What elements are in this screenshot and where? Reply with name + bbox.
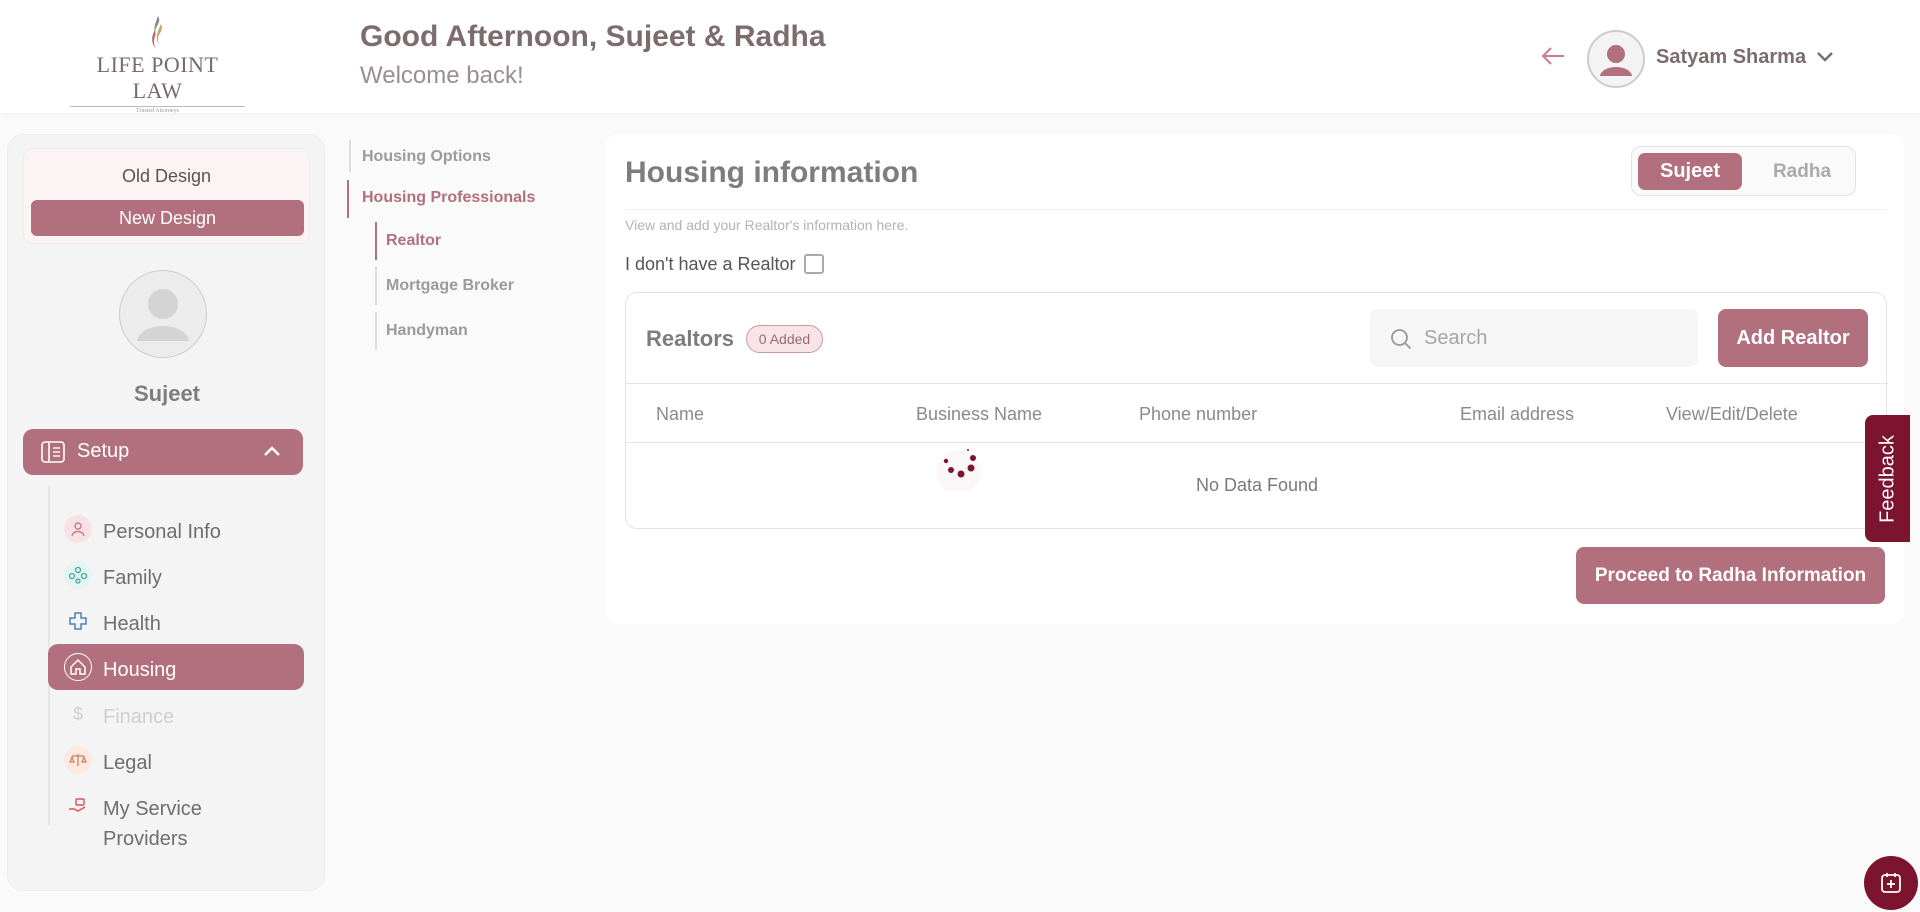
setup-section-header[interactable]: Setup bbox=[23, 429, 303, 475]
search-box bbox=[1370, 309, 1698, 367]
back-arrow-icon[interactable] bbox=[1540, 46, 1566, 66]
no-realtor-label: I don't have a Realtor bbox=[625, 254, 796, 274]
document-list-icon bbox=[41, 441, 65, 463]
flame-logo-icon bbox=[151, 16, 162, 48]
person-toggle: Sujeet Radha bbox=[1631, 146, 1856, 196]
subnav-mortgage-broker[interactable]: Mortgage Broker bbox=[386, 277, 514, 295]
realtors-table-card: Realtors 0 Added Add Realtor Name Busine… bbox=[625, 292, 1888, 529]
toggle-sujeet-button[interactable]: Sujeet bbox=[1638, 153, 1742, 190]
welcome-subtitle: Welcome back! bbox=[360, 62, 524, 89]
logo-tagline: Trusted Attorneys bbox=[70, 106, 245, 114]
sidebar-item-label: Family bbox=[103, 567, 162, 589]
life-point-law-logo[interactable]: LIFE POINT LAW Trusted Attorneys bbox=[70, 14, 245, 114]
sidebar-item-label: My Service Providers bbox=[103, 798, 202, 850]
house-icon bbox=[64, 653, 92, 681]
title-divider bbox=[625, 209, 1887, 210]
user-avatar[interactable] bbox=[1587, 30, 1645, 88]
search-icon bbox=[1391, 329, 1412, 350]
chevron-down-icon[interactable] bbox=[1815, 50, 1835, 64]
design-switcher: Old Design New Design bbox=[23, 148, 310, 244]
profile-avatar[interactable] bbox=[119, 270, 207, 358]
scales-icon bbox=[64, 746, 92, 774]
greeting-title: Good Afternoon, Sujeet & Radha bbox=[360, 20, 826, 53]
sidebar-item-finance[interactable]: $ Finance bbox=[48, 691, 304, 737]
no-realtor-checkbox[interactable] bbox=[804, 254, 824, 274]
subnav-housing-professionals[interactable]: Housing Professionals bbox=[362, 189, 535, 207]
proceed-to-radha-button[interactable]: Proceed to Radha Information bbox=[1576, 547, 1885, 604]
column-header-email-address: Email address bbox=[1460, 404, 1575, 424]
top-header: LIFE POINT LAW Trusted Attorneys Good Af… bbox=[0, 0, 1920, 114]
column-header-name: Name bbox=[656, 404, 705, 424]
service-hand-icon bbox=[64, 792, 92, 820]
housing-info-card: Housing information Sujeet Radha View an… bbox=[606, 134, 1904, 624]
family-icon bbox=[64, 561, 92, 589]
sidebar-item-label: Health bbox=[103, 613, 161, 635]
dollar-icon: $ bbox=[72, 703, 83, 724]
sidebar: Old Design New Design Sujeet Setup Perso… bbox=[7, 134, 325, 891]
sidebar-item-health[interactable]: Health bbox=[48, 598, 304, 644]
table-divider bbox=[626, 442, 1888, 443]
column-header-business-name: Business Name bbox=[916, 404, 1043, 424]
old-design-button[interactable]: Old Design bbox=[24, 166, 309, 187]
subnav-line bbox=[375, 312, 377, 350]
health-cross-icon bbox=[64, 607, 92, 635]
subnav-active-line bbox=[347, 180, 349, 218]
column-header-view-edit-delete: View/Edit/Delete bbox=[1666, 404, 1798, 424]
logo-text: LIFE POINT LAW bbox=[96, 52, 219, 103]
sidebar-item-legal[interactable]: Legal bbox=[48, 737, 304, 783]
feedback-tab[interactable]: Feedback bbox=[1865, 415, 1910, 542]
added-count-badge: 0 Added bbox=[746, 325, 823, 353]
sidebar-item-housing[interactable]: Housing bbox=[48, 644, 304, 690]
subnav-realtor[interactable]: Realtor bbox=[386, 232, 441, 250]
sidebar-item-label: Legal bbox=[103, 752, 152, 774]
search-input[interactable] bbox=[1424, 309, 1684, 367]
sidebar-item-family[interactable]: Family bbox=[48, 552, 304, 598]
subnav-housing-options[interactable]: Housing Options bbox=[362, 148, 491, 166]
calendar-add-button[interactable] bbox=[1864, 856, 1918, 910]
profile-avatar-icon bbox=[137, 289, 189, 341]
subnav-handyman[interactable]: Handyman bbox=[386, 322, 468, 340]
subnav-line bbox=[349, 140, 351, 172]
setup-label: Setup bbox=[77, 440, 130, 462]
page-description: View and add your Realtor's information … bbox=[625, 217, 909, 233]
sidebar-item-my-service-providers[interactable]: My Service Providers bbox=[48, 783, 304, 850]
sidebar-item-label: Housing bbox=[103, 659, 177, 681]
add-realtor-button[interactable]: Add Realtor bbox=[1718, 309, 1868, 367]
user-name[interactable]: Satyam Sharma bbox=[1656, 46, 1806, 69]
chevron-up-icon[interactable] bbox=[263, 445, 281, 457]
profile-name: Sujeet bbox=[133, 381, 201, 406]
toggle-radha-button[interactable]: Radha bbox=[1756, 153, 1848, 190]
subnav-realtor-line bbox=[375, 222, 377, 260]
user-avatar-icon bbox=[1600, 45, 1632, 76]
feedback-label: Feedback bbox=[1876, 434, 1898, 523]
sidebar-item-label: Finance bbox=[103, 706, 175, 728]
table-divider bbox=[626, 383, 1888, 384]
new-design-button[interactable]: New Design bbox=[31, 200, 304, 236]
no-data-message: No Data Found bbox=[1195, 475, 1319, 495]
sidebar-item-personal-info[interactable]: Personal Info bbox=[48, 506, 304, 552]
subnav-line bbox=[375, 267, 377, 305]
person-icon bbox=[64, 515, 92, 543]
sidebar-item-label: Personal Info bbox=[103, 521, 221, 543]
calendar-add-icon bbox=[1881, 873, 1901, 893]
page-title: Housing information bbox=[625, 156, 919, 189]
realtors-title: Realtors bbox=[646, 326, 735, 351]
column-header-phone-number: Phone number bbox=[1139, 404, 1258, 424]
